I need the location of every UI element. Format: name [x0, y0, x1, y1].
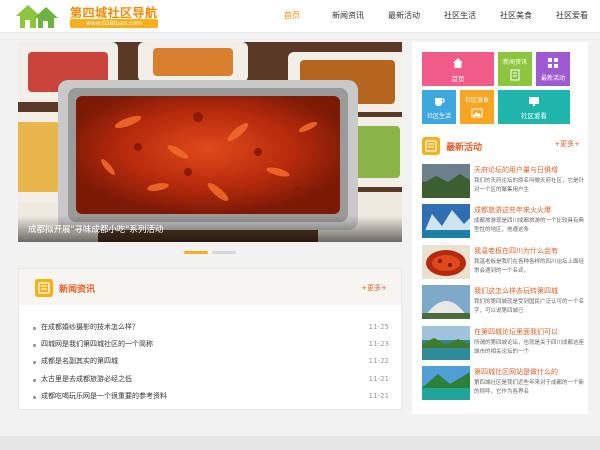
- news-list: 在成都婚纱摄影的技术怎么样？ 11-25 四城网是我们第四城社区的一个简称 11…: [33, 319, 395, 405]
- activity-title[interactable]: 我温老板在四川为什么会有: [474, 246, 588, 256]
- tile-food[interactable]: 社区美食: [460, 90, 494, 124]
- news-item-date: 11-21: [368, 391, 389, 400]
- news-item-title[interactable]: 四城网是我们第四城社区的一个简称: [41, 336, 153, 353]
- bullet-icon: [33, 378, 36, 382]
- banner-slideshow[interactable]: 成都拟开展"寻味成都小吃"系列活动: [18, 42, 402, 242]
- grid-icon: [548, 58, 558, 68]
- house-logo-icon: [16, 5, 58, 28]
- activity-thumbnail[interactable]: [422, 365, 470, 400]
- news-item-title[interactable]: 太古里是去成都旅游必经之低: [41, 371, 132, 388]
- cup-icon: [435, 98, 445, 106]
- news-panel-header: 新闻资讯 +更多+: [19, 269, 401, 305]
- news-item-date: 11-25: [368, 323, 389, 331]
- sidebar: 首页 新闻资讯 最新活动 社区生活 社区美食 社区爱看 最新活动 +更多+ 天府…: [412, 42, 588, 414]
- activity-thumbnail[interactable]: [422, 244, 470, 279]
- activities-header: 最新活动 +更多+: [412, 130, 588, 162]
- image-icon: [471, 108, 483, 118]
- activity-title[interactable]: 天府论坛的用户量与日俱增: [474, 165, 588, 175]
- activities-book-icon: [422, 137, 440, 155]
- news-item[interactable]: 在成都婚纱摄影的技术怎么样？ 11-25: [33, 319, 395, 336]
- activity-thumbnail[interactable]: [422, 204, 470, 239]
- nav-home[interactable]: 首页: [264, 0, 320, 32]
- tile-life-label: 社区生活: [426, 113, 451, 120]
- activity-item[interactable]: 我们这怎么样去玩转第四城 我们的第四城就是受到国民广泛认可的一个名字，可以说第四…: [422, 283, 588, 323]
- news-item-date: 11-21: [368, 374, 389, 383]
- news-item-date: 11-23: [368, 340, 389, 349]
- home-icon: [453, 58, 463, 68]
- tile-watch-label: 社区爱看: [521, 112, 547, 120]
- news-item[interactable]: 成都吃喝玩乐网是一个很重要的参考资料 11-21: [33, 388, 395, 405]
- nav-watch[interactable]: 社区爱看: [544, 0, 600, 32]
- tile-life[interactable]: 社区生活: [422, 90, 456, 124]
- banner-caption: 成都拟开展"寻味成都小吃"系列活动: [18, 216, 402, 242]
- activities-more-link[interactable]: +更多+: [554, 139, 580, 149]
- tile-watch[interactable]: 社区爱看: [498, 90, 570, 124]
- bullet-icon: [33, 327, 36, 330]
- page-footer: [0, 436, 600, 450]
- activity-title[interactable]: 第四城社区网站是做什么的: [474, 367, 588, 377]
- slideshow-dots: [184, 251, 244, 255]
- activity-title[interactable]: 成都旅游这些年来火火爆: [474, 205, 588, 215]
- tile-home-label: 首页: [451, 75, 465, 83]
- activity-thumbnail[interactable]: [422, 325, 470, 360]
- news-panel: 新闻资讯 +更多+ 在成都婚纱摄影的技术怎么样？ 11-25 四城网是我们第四城…: [18, 268, 402, 410]
- news-item[interactable]: 成都是名副其实的第四城 11-22: [33, 353, 395, 370]
- tile-news[interactable]: 新闻资讯: [498, 52, 532, 86]
- site-header: 第四城社区导航 www.028tuan.com 首页 新闻资讯 最新活动 社区生…: [0, 0, 600, 33]
- nav-life[interactable]: 社区生活: [432, 0, 488, 32]
- news-book-icon: [35, 279, 53, 297]
- activity-item[interactable]: 在第四城论坛里面我们可以 所谓的第四城论坛，也就是关于四川成都这座城市的相关论坛…: [422, 324, 588, 364]
- activity-desc: 第四城社区是我们近些年来对于成都的一个新的称呼，它作为各界名: [474, 379, 585, 395]
- tile-home[interactable]: 首页: [422, 52, 494, 86]
- news-item-title[interactable]: 成都吃喝玩乐网是一个很重要的参考资料: [41, 388, 167, 405]
- news-item-title[interactable]: 在成都婚纱摄影的技术怎么样？: [41, 319, 139, 336]
- activity-item[interactable]: 天府论坛的用户量与日俱增 我们的天府论坛的原名叫做天府社区，它是针对一个区的聚集…: [422, 162, 588, 202]
- activity-item[interactable]: 第四城社区网站是做什么的 第四城社区是我们近些年来对于成都的一个新的称呼，它作为…: [422, 364, 588, 404]
- activity-title[interactable]: 在第四城论坛里面我们可以: [474, 327, 588, 337]
- news-item[interactable]: 太古里是去成都旅游必经之低 11-21: [33, 371, 395, 388]
- activity-desc: 成都旅游现是四川成都旅游的一个比较具有典型性的地区，他遵这条: [474, 218, 585, 234]
- nav-news[interactable]: 新闻资讯: [320, 0, 376, 32]
- tile-news-label: 新闻资讯: [502, 59, 527, 66]
- main-nav: 首页 新闻资讯 最新活动 社区生活 社区美食 社区爱看: [264, 0, 600, 32]
- activity-desc: 我们的天府论坛的原名叫做天府社区，它是针对一个区的聚集用户生: [474, 178, 585, 193]
- news-item[interactable]: 四城网是我们第四城社区的一个简称 11-23: [33, 336, 395, 353]
- monitor-icon: [529, 97, 539, 106]
- document-icon: [510, 69, 520, 81]
- bullet-icon: [33, 395, 36, 399]
- activity-thumbnail[interactable]: [422, 164, 470, 198]
- activity-title[interactable]: 我们这怎么样去玩转第四城: [474, 286, 588, 296]
- news-more-link[interactable]: +更多+: [361, 283, 387, 293]
- logo-url: www.028tuan.com: [70, 19, 158, 28]
- news-item-date: 11-22: [368, 357, 389, 366]
- activity-item[interactable]: 我温老板在四川为什么会有 我温老板是我们在各种各样的四川论坛上面经常会遇到的一个…: [422, 243, 588, 283]
- bullet-icon: [33, 361, 36, 365]
- activity-desc: 所谓的第四城论坛，也就是关于四川成都这座城市的相关论坛的一个: [474, 339, 585, 355]
- nav-food[interactable]: 社区美食: [488, 0, 544, 32]
- tile-food-label: 社区美食: [464, 97, 489, 104]
- activities-title: 最新活动: [446, 143, 483, 153]
- news-panel-title: 新闻资讯: [59, 285, 96, 295]
- bullet-icon: [33, 344, 36, 348]
- nav-activities[interactable]: 最新活动: [376, 0, 432, 32]
- activity-desc: 我温老板是我们在各种各样的四川论坛上面经常会遇到的一个名词，: [474, 258, 585, 274]
- tile-activities-label: 最新活动: [540, 75, 565, 82]
- slide-dot[interactable]: [212, 251, 236, 254]
- hotpot-banner-image: [18, 42, 402, 242]
- activity-item[interactable]: 成都旅游这些年来火火爆 成都旅游现是四川成都旅游的一个比较具有典型性的地区，他遵…: [422, 202, 588, 242]
- banner-caption-text[interactable]: 成都拟开展"寻味成都小吃"系列活动: [28, 223, 163, 235]
- activity-thumbnail[interactable]: [422, 285, 470, 320]
- news-item-title[interactable]: 成都是名副其实的第四城: [41, 353, 118, 370]
- activity-desc: 我们的第四城就是受到国民广泛认可的一个名字，可以说第四城已: [474, 299, 585, 315]
- site-logo[interactable]: 第四城社区导航 www.028tuan.com: [14, 2, 158, 30]
- tile-activities[interactable]: 最新活动: [536, 52, 570, 86]
- activities-list: 天府论坛的用户量与日俱增 我们的天府论坛的原名叫做天府社区，它是针对一个区的聚集…: [422, 162, 588, 404]
- slide-dot-active[interactable]: [184, 251, 208, 254]
